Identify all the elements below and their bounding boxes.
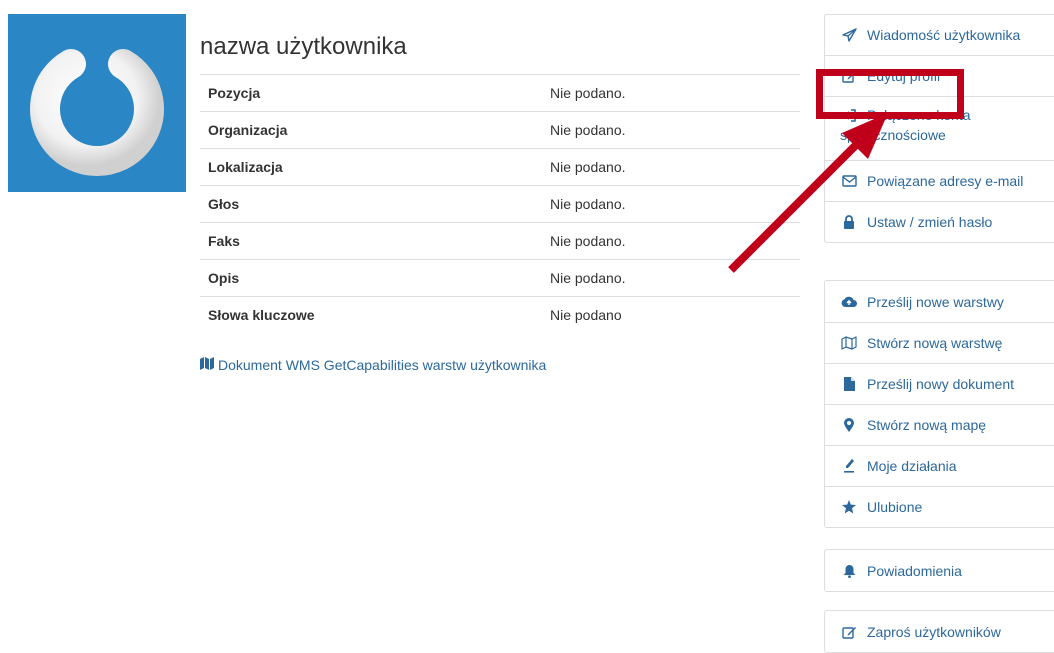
table-row: Głos Nie podano. bbox=[200, 185, 800, 223]
linked-emails-button[interactable]: Powiązane adresy e-mail bbox=[825, 160, 1054, 201]
avatar bbox=[8, 14, 186, 192]
field-label: Opis bbox=[200, 259, 542, 297]
menu-item-label: Powiązane adresy e-mail bbox=[867, 173, 1024, 189]
menu-item-label: Zaproś użytkowników bbox=[867, 623, 1001, 640]
social-accounts-button[interactable]: Połączone konta społecznościowe bbox=[825, 96, 1054, 160]
social-accounts-label: Połączone konta społecznościowe bbox=[840, 105, 971, 145]
social-accounts-line1: Połączone konta bbox=[867, 107, 971, 123]
menu-item-label: Prześlij nowy dokument bbox=[867, 376, 1015, 392]
invite-menu: Zaproś użytkowników bbox=[824, 610, 1054, 653]
table-row: Faks Nie podano. bbox=[200, 222, 800, 260]
upload-layers-button[interactable]: Prześlij nowe warstwy bbox=[825, 281, 1054, 322]
menu-item-label: Ustaw / zmień hasło bbox=[867, 214, 993, 230]
map-marker-icon bbox=[840, 417, 858, 433]
edit-profile-button[interactable]: Edytuj profil bbox=[825, 55, 1054, 96]
paper-plane-icon bbox=[840, 27, 858, 43]
table-row: Słowa kluczowe Nie podano bbox=[200, 296, 800, 333]
menu-item-label: Moje działania bbox=[867, 458, 957, 474]
message-user-button[interactable]: Wiadomość użytkownika bbox=[825, 15, 1054, 55]
upload-document-button[interactable]: Prześlij nowy dokument bbox=[825, 363, 1054, 404]
field-value: Nie podano. bbox=[542, 185, 800, 223]
create-layer-button[interactable]: Stwórz nową warstwę bbox=[825, 322, 1054, 363]
field-value: Nie podano. bbox=[542, 259, 800, 297]
bell-icon bbox=[840, 563, 858, 579]
table-row: Pozycja Nie podano. bbox=[200, 74, 800, 112]
edit-icon bbox=[840, 624, 858, 640]
map-icon bbox=[200, 357, 214, 373]
wms-getcapabilities-link[interactable]: Dokument WMS GetCapabilities warstw użyt… bbox=[200, 357, 546, 373]
page-title: nazwa użytkownika bbox=[200, 33, 407, 60]
table-row: Lokalizacja Nie podano. bbox=[200, 148, 800, 186]
table-row: Opis Nie podano. bbox=[200, 259, 800, 297]
social-accounts-line2: społecznościowe bbox=[840, 127, 946, 143]
menu-item-label: Stwórz nową mapę bbox=[867, 417, 987, 433]
star-icon bbox=[840, 499, 858, 515]
notifications-menu: Powiadomienia bbox=[824, 549, 1054, 592]
pencil-icon bbox=[840, 458, 858, 474]
menu-item-label: Edytuj profil bbox=[867, 68, 941, 84]
menu-item-label: Prześlij nowe warstwy bbox=[867, 293, 1004, 310]
field-value: Nie podano bbox=[542, 296, 800, 333]
field-value: Nie podano. bbox=[542, 148, 800, 186]
invite-users-button[interactable]: Zaproś użytkowników bbox=[825, 611, 1054, 652]
cloud-upload-icon bbox=[840, 294, 858, 310]
envelope-icon bbox=[840, 173, 858, 189]
table-row: Organizacja Nie podano. bbox=[200, 111, 800, 149]
menu-item-label: Stwórz nową warstwę bbox=[867, 335, 1003, 351]
menu-item-label: Ulubione bbox=[867, 499, 923, 515]
gravatar-logo-icon bbox=[30, 25, 164, 177]
lock-icon bbox=[840, 214, 858, 230]
change-password-button[interactable]: Ustaw / zmień hasło bbox=[825, 201, 1054, 242]
edit-icon bbox=[840, 68, 858, 84]
field-label: Słowa kluczowe bbox=[200, 296, 542, 333]
map-icon bbox=[840, 335, 858, 351]
profile-info-table: Pozycja Nie podano. Organizacja Nie poda… bbox=[200, 74, 800, 333]
create-map-button[interactable]: Stwórz nową mapę bbox=[825, 404, 1054, 445]
field-label: Lokalizacja bbox=[200, 148, 542, 186]
notifications-button[interactable]: Powiadomienia bbox=[825, 550, 1054, 591]
field-label: Głos bbox=[200, 185, 542, 223]
field-label: Organizacja bbox=[200, 111, 542, 149]
field-value: Nie podano. bbox=[542, 222, 800, 260]
field-value: Nie podano. bbox=[542, 74, 800, 112]
field-label: Faks bbox=[200, 222, 542, 260]
account-menu: Wiadomość użytkownika Edytuj profil Połą… bbox=[824, 14, 1054, 243]
wms-link-label: Dokument WMS GetCapabilities warstw użyt… bbox=[218, 357, 547, 373]
my-activity-button[interactable]: Moje działania bbox=[825, 445, 1054, 486]
menu-item-label: Powiadomienia bbox=[867, 562, 962, 579]
menu-item-label: Wiadomość użytkownika bbox=[867, 27, 1021, 43]
actions-menu: Prześlij nowe warstwy Stwórz nową warstw… bbox=[824, 280, 1054, 528]
field-label: Pozycja bbox=[200, 74, 542, 112]
file-icon bbox=[840, 376, 858, 392]
favorites-button[interactable]: Ulubione bbox=[825, 486, 1054, 527]
field-value: Nie podano. bbox=[542, 111, 800, 149]
sign-in-icon bbox=[840, 107, 858, 123]
